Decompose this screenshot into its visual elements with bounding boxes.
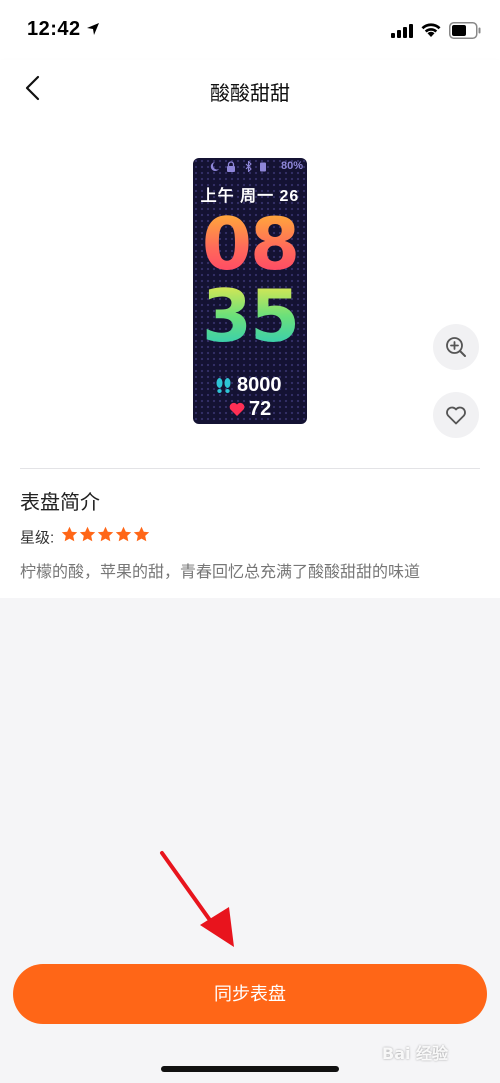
star-icon	[133, 526, 149, 542]
location-arrow-icon	[87, 23, 99, 35]
heart-rate-icon	[229, 402, 245, 416]
rating-row: 星级:	[20, 526, 151, 548]
watch-face-preview: 80% 上午 周一 26 08 35 8000 72	[193, 158, 307, 424]
navigation-bar: 酸酸甜甜	[0, 60, 500, 118]
star-icon	[61, 526, 77, 542]
divider	[20, 468, 480, 469]
description-text: 柠檬的酸，苹果的甜，青春回忆总充满了酸酸甜甜的味道	[20, 564, 421, 581]
star-rating	[61, 526, 151, 548]
star-icon	[79, 526, 95, 542]
watch-face-detail-card: 80% 上午 周一 26 08 35 8000 72 表盘简介 星级: 柠檬的酸…	[0, 118, 500, 598]
page-title: 酸酸甜甜	[210, 83, 290, 105]
watermark-logo: Bai 经验	[382, 1044, 449, 1063]
battery-icon	[449, 22, 481, 39]
status-bar: 12:42	[0, 0, 500, 60]
sync-watch-face-button[interactable]: 同步表盘	[13, 964, 487, 1024]
home-indicator	[161, 1066, 339, 1072]
status-time: 12:42	[27, 18, 81, 40]
watch-battery-text: 80%	[280, 160, 303, 172]
section-title: 表盘简介	[20, 492, 100, 514]
watch-hours: 08	[193, 206, 307, 282]
watch-minutes: 35	[193, 278, 307, 354]
favorite-button[interactable]	[433, 392, 479, 438]
rating-label: 星级:	[20, 529, 55, 547]
zoom-in-button[interactable]	[433, 324, 479, 370]
watch-heart-rate: 72	[249, 398, 272, 420]
watch-steps: 8000	[237, 374, 282, 396]
heart-outline-icon	[446, 406, 466, 425]
star-icon	[115, 526, 131, 542]
wifi-icon	[421, 23, 441, 37]
cellular-signal-icon	[391, 24, 413, 38]
footsteps-icon	[216, 378, 231, 393]
star-icon	[97, 526, 113, 542]
annotation-arrow-icon	[160, 851, 234, 947]
zoom-in-icon	[446, 337, 466, 357]
